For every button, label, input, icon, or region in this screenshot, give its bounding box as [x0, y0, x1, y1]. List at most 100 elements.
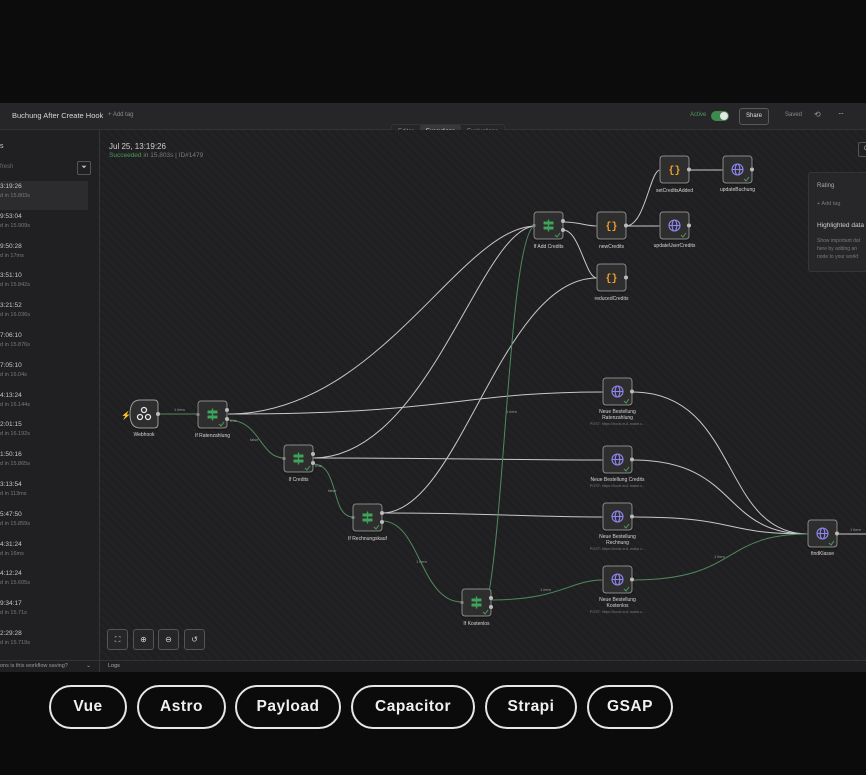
node-update-user-credits[interactable]: updateUserCredits [654, 211, 696, 249]
execution-list-item[interactable]: 4:13:24 d in 16.144s [0, 390, 88, 419]
node-neue-bestellung-kostenlos[interactable]: Neue BestellungKostenlosPOST: https://ho… [590, 565, 646, 614]
chevron-down-icon[interactable]: ⌄ [86, 662, 91, 669]
node-new-credits[interactable]: {} newCredits [596, 211, 628, 250]
edge-label: 1 item [540, 587, 552, 592]
trigger-bolt-icon: ⚡ [121, 410, 131, 420]
node-if-rechnungskauf[interactable]: If Rechnungskauf [348, 503, 388, 542]
app-window: Buchung After Create Hook + Add tag Acti… [0, 103, 866, 672]
execution-list-item[interactable]: 4:31:24 d in 16ms [0, 539, 88, 568]
execution-time: 2:29:28 [0, 630, 22, 637]
execution-list-item[interactable]: 4:12:24 d in 15.605s [0, 568, 88, 597]
edge-label: false [328, 488, 337, 493]
node-if-ratenzahlung[interactable]: If Ratenzahlung [195, 400, 230, 439]
execution-time: 9:34:17 [0, 600, 22, 608]
node-neue-bestellung-ratenzahlung[interactable]: Neue BestellungRatenzahlungPOST: https:/… [590, 377, 646, 426]
execution-time: 9:53:04 [0, 212, 22, 220]
zoom-out-icon[interactable]: ⊖ [158, 629, 179, 650]
node-label: Neue Bestellung Credits [591, 477, 645, 483]
fit-view-icon[interactable]: ⛶ [107, 629, 128, 650]
edge [381, 277, 598, 514]
savings-question[interactable]: ons is this workflow saving? [0, 663, 68, 669]
node-if-kostenlos[interactable]: If Kostenlos [460, 588, 493, 627]
auto-refresh-checkbox[interactable]: fresh [0, 164, 13, 170]
node-label: findKlasse [811, 551, 834, 557]
code-braces-icon: {} [605, 221, 617, 233]
node-neue-bestellung-credits[interactable]: Neue Bestellung CreditsPOST: https://hoo… [590, 445, 646, 488]
execution-list-item[interactable]: 1:50:16 d in 15.865s [0, 449, 88, 478]
execution-duration: d in 15.605s [0, 580, 30, 587]
execution-duration: d in 16.036s [0, 312, 30, 319]
execution-list-item[interactable]: 3:13:54 d in 113ms [0, 479, 88, 508]
edge [625, 169, 661, 227]
execution-duration: d in 16ms [0, 550, 24, 557]
node-label: updateUserCredits [654, 243, 696, 249]
execution-list-item[interactable]: 9:53:04 d in 15.909s [0, 211, 88, 240]
reset-zoom-icon[interactable]: ↺ [184, 629, 205, 650]
execution-duration: d in 15.842s [0, 282, 30, 289]
execution-list-item[interactable]: 3:51:10 d in 15.842s [0, 270, 88, 299]
execution-duration: d in 15.876s [0, 342, 30, 348]
execution-list-item[interactable]: 3:21:52 d in 16.036s [0, 300, 88, 329]
node-subtitle: POST: https://hook.eu1.make.c... [590, 547, 646, 551]
filter-icon[interactable]: ⏷ [77, 161, 91, 175]
execution-list-item[interactable]: 2:29:28 d in 15.719s [0, 628, 88, 657]
execution-duration: d in 15.865s [0, 461, 30, 468]
node-if-add-credits[interactable]: If Add Credits [532, 211, 565, 250]
edge-label: 1 item [416, 559, 428, 564]
edge-label: false [250, 437, 259, 442]
execution-duration: d in 16.192s [0, 431, 30, 438]
code-braces-icon: {} [605, 273, 617, 285]
execution-time: 4:13:24 [0, 391, 22, 399]
execution-list-item[interactable]: 3:19:26 d in 15.803s [0, 181, 88, 210]
history-icon[interactable]: ⟲ [814, 110, 821, 119]
share-button[interactable]: Share [739, 108, 769, 125]
panel-toggle-button[interactable]: C [858, 142, 866, 157]
active-label: Active [690, 112, 707, 118]
workflow-graph: 1 item true false true false 1 item 1 it… [121, 155, 866, 627]
panel-add-tag-link[interactable]: + Add tag [817, 201, 840, 207]
execution-list-item[interactable]: 7:06:10 d in 15.876s [0, 330, 88, 359]
execution-duration: d in 15.803s [0, 193, 30, 199]
execution-time: 3:21:52 [0, 302, 22, 310]
execution-time: 7:06:10 [0, 332, 22, 339]
node-webhook[interactable]: ⚡ Webhook [121, 399, 160, 438]
node-subtitle: POST: https://hook.eu1.make.c... [590, 484, 646, 488]
execution-list-item[interactable]: 2:01:15 d in 16.192s [0, 419, 88, 448]
rating-label: Rating [817, 183, 835, 189]
node-set-credits-added[interactable]: {} setCreditsAdded [656, 155, 693, 194]
execution-time: 2:01:15 [0, 421, 22, 429]
active-toggle[interactable] [711, 111, 729, 121]
node-label: Ratenzahlung [602, 415, 633, 421]
logs-label: Logs [108, 663, 120, 669]
sidebar-title: s [0, 143, 4, 150]
execution-time: 9:50:28 [0, 242, 22, 250]
more-options-icon[interactable]: ··· [838, 109, 844, 118]
zoom-in-icon[interactable]: ⊕ [133, 629, 154, 650]
edge [631, 459, 809, 535]
edge-label: 1 item [714, 554, 726, 559]
edge [312, 457, 604, 461]
node-update-buchung[interactable]: updateBuchung [720, 155, 755, 193]
tag-gsap: GSAP [587, 685, 673, 729]
executions-sidebar: s fresh ⏷ 3:19:26 d in 15.803s 9:53:04 d in… [0, 130, 100, 672]
add-tag-link[interactable]: + Add tag [108, 112, 134, 118]
edge-label: 1 item [174, 407, 186, 412]
node-label: Rechnung [606, 540, 629, 546]
execution-time: 3:13:54 [0, 481, 22, 488]
node-reduced-credits[interactable]: {} reducedCredits [595, 263, 629, 302]
node-if-credits[interactable]: If Credits [282, 444, 315, 483]
execution-list-item[interactable]: 9:50:28 d in 17ms [0, 241, 88, 270]
node-neue-bestellung-rechnung[interactable]: Neue BestellungRechnungPOST: https://hoo… [590, 502, 646, 551]
edge [381, 512, 604, 518]
logs-panel-bar[interactable]: Logs [100, 660, 866, 672]
execution-list-item[interactable]: 5:47:50 d in 15.859s [0, 509, 88, 538]
node-find-klasse[interactable]: findKlasse [807, 519, 839, 557]
execution-list-item[interactable]: 9:34:17 d in 15.71s [0, 598, 88, 627]
execution-duration: d in 16.04s [0, 371, 27, 378]
edge-label: 1 item [506, 409, 518, 414]
workflow-canvas[interactable]: Jul 25, 13:19:26 Succeeded in 15.803s | … [100, 130, 866, 660]
execution-list-item[interactable]: 7:05:10 d in 16.04s [0, 360, 88, 389]
workflow-name[interactable]: Buchung After Create Hook [12, 111, 103, 120]
execution-duration: d in 15.909s [0, 222, 30, 229]
desc-line: here by adding an [817, 246, 858, 252]
